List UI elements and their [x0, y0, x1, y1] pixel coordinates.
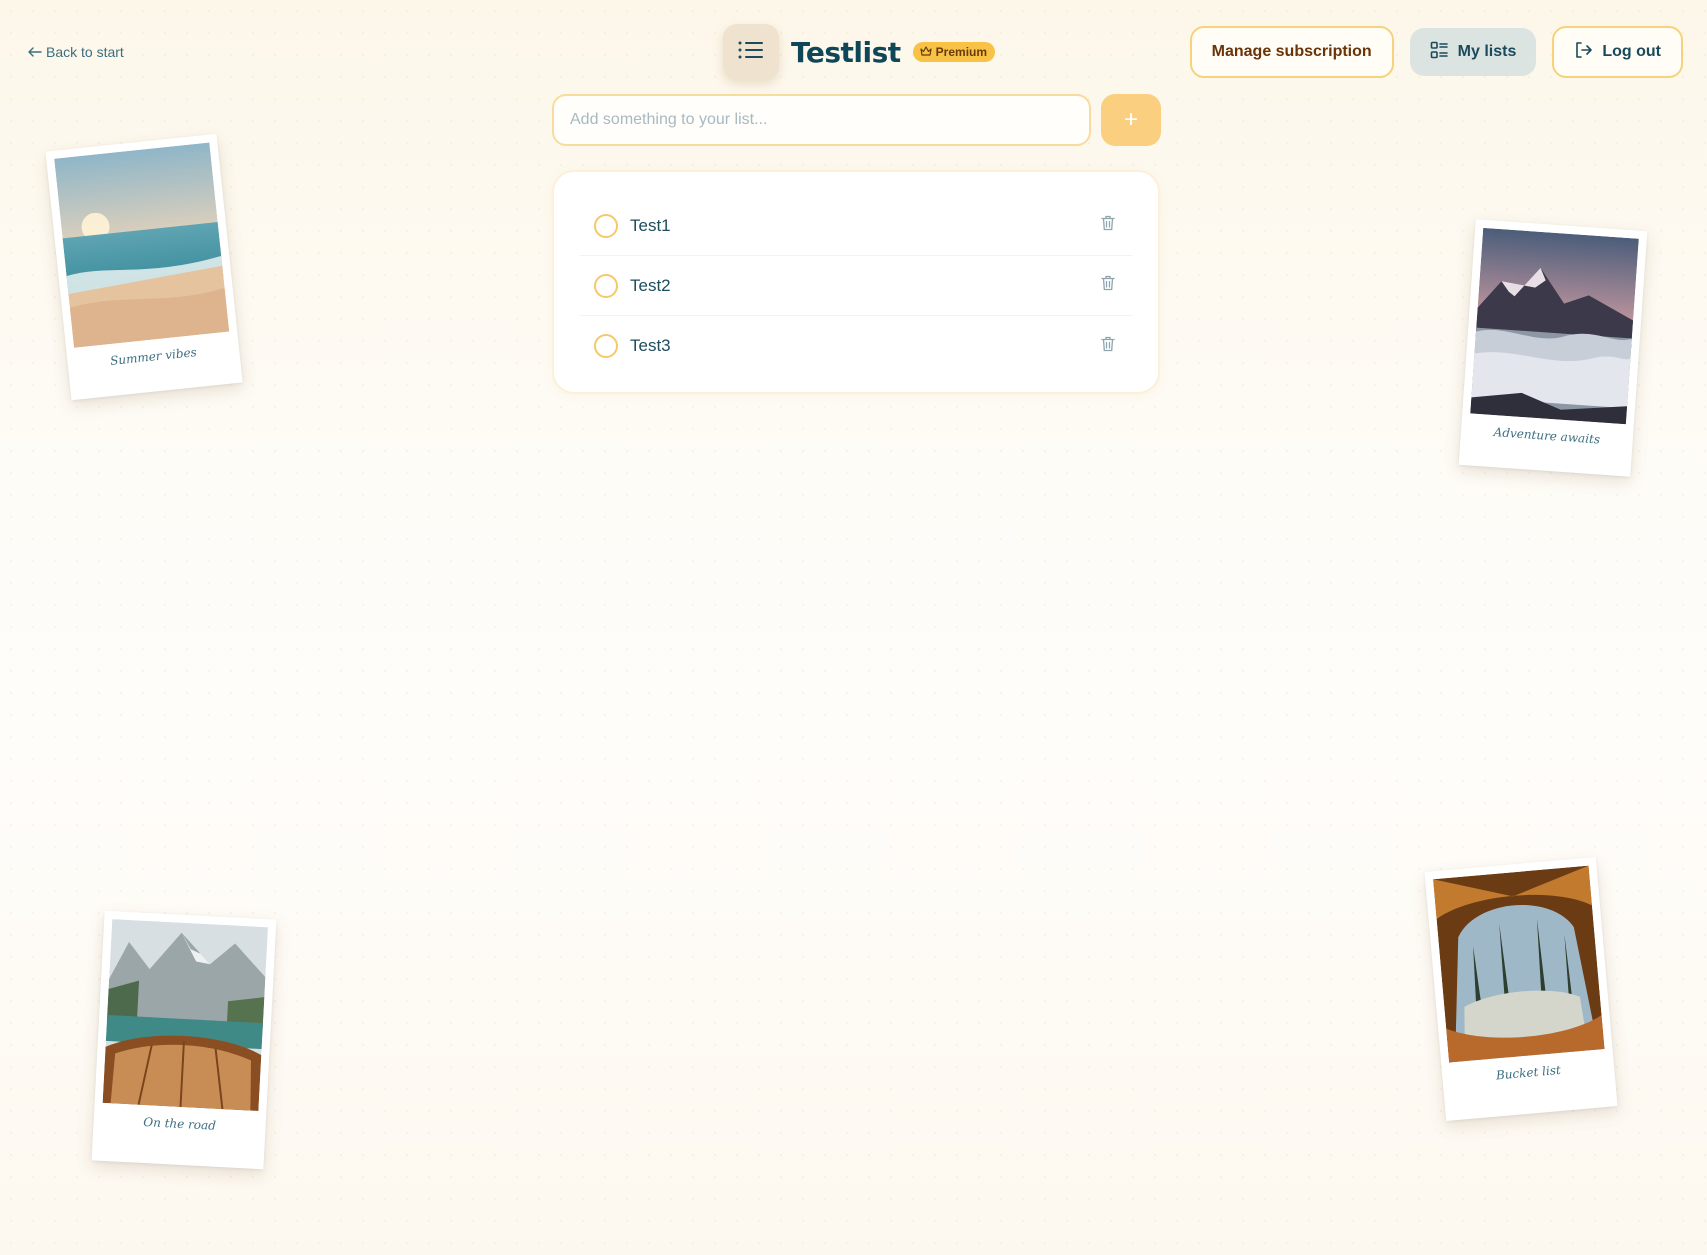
log-out-label: Log out	[1602, 43, 1661, 60]
my-lists-label: My lists	[1457, 43, 1517, 60]
item-checkbox[interactable]	[594, 213, 618, 238]
premium-badge-label: Premium	[935, 45, 988, 59]
list-menu-button[interactable]	[723, 24, 779, 80]
manage-subscription-label: Manage subscription	[1211, 43, 1372, 60]
tent-view-photo	[1433, 865, 1605, 1063]
add-item-row: +	[552, 94, 1161, 146]
log-out-icon	[1574, 41, 1593, 64]
grid-list-icon	[1430, 41, 1448, 64]
list-item: Test1	[580, 196, 1132, 256]
polaroid-on-the-road: On the road	[91, 910, 277, 1170]
polaroid-adventure-awaits: Adventure awaits	[1458, 219, 1648, 477]
manage-subscription-button[interactable]: Manage subscription	[1189, 26, 1394, 78]
header-actions: Manage subscription My lists Log out	[1189, 26, 1683, 78]
delete-item-button[interactable]	[1098, 215, 1118, 236]
brand-header: Testlist Premium	[723, 24, 996, 80]
delete-item-button[interactable]	[1098, 336, 1118, 356]
crown-icon	[920, 45, 932, 59]
boat-lake-photo	[102, 919, 269, 1111]
trash-icon	[1101, 336, 1115, 357]
back-to-start-link[interactable]: Back to start	[28, 44, 124, 60]
add-item-input[interactable]	[552, 94, 1091, 146]
polaroid-summer-vibes: Summer vibes	[45, 133, 243, 401]
log-out-button[interactable]: Log out	[1552, 26, 1683, 78]
trash-icon	[1101, 275, 1115, 296]
item-label: Test3	[630, 336, 671, 355]
item-label: Test2	[630, 275, 671, 295]
beach-sunset-photo	[54, 142, 230, 348]
my-lists-button[interactable]: My lists	[1409, 28, 1537, 76]
back-to-start-label: Back to start	[46, 44, 124, 60]
arrow-left-icon	[28, 44, 42, 60]
delete-item-button[interactable]	[1098, 275, 1118, 296]
polaroid-bucket-list: Bucket list	[1424, 856, 1618, 1122]
list-card: Test1 Test2 Test3	[552, 170, 1160, 394]
item-label: Test1	[630, 215, 671, 235]
list-menu-icon	[738, 40, 764, 65]
premium-badge: Premium	[912, 42, 996, 62]
trash-icon	[1101, 215, 1115, 236]
list-item: Test3	[580, 316, 1132, 376]
app-title: Testlist	[791, 35, 901, 69]
item-checkbox[interactable]	[594, 273, 618, 298]
add-item-button[interactable]: +	[1101, 94, 1161, 146]
mountains-photo	[1470, 227, 1639, 425]
item-checkbox[interactable]	[594, 334, 618, 358]
list-item: Test2	[580, 256, 1132, 316]
